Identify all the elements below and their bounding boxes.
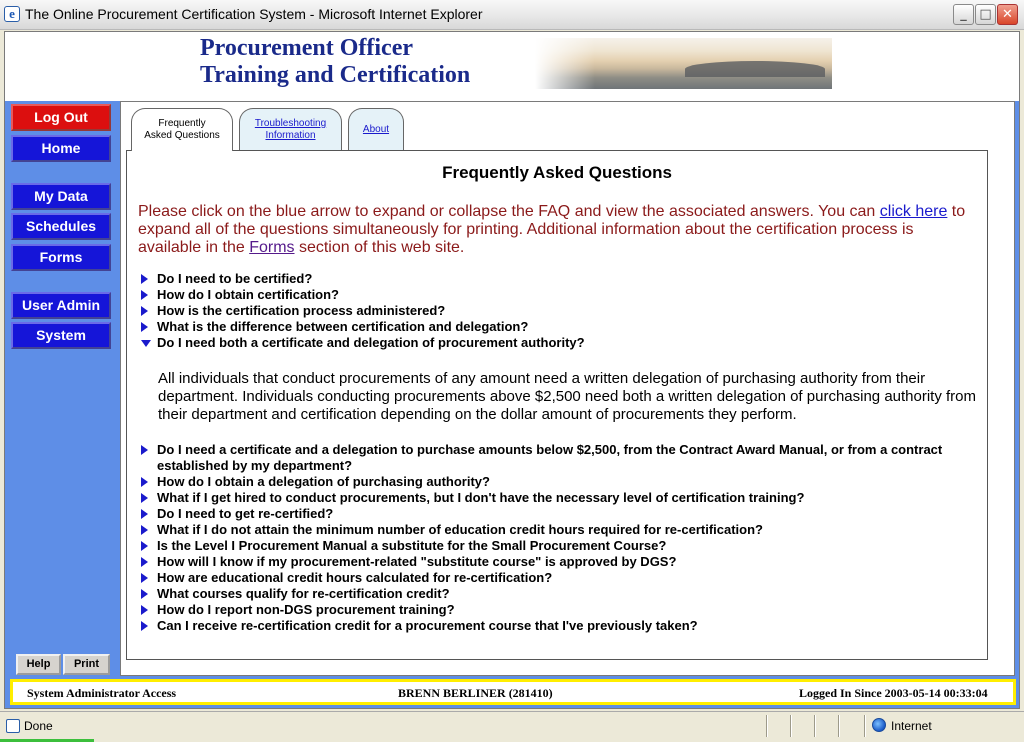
schedules-button[interactable]: Schedules xyxy=(11,213,111,240)
ie-icon: e xyxy=(4,6,20,22)
tab-faq-line2: Asked Questions xyxy=(144,130,220,141)
tab-faq-line1: Frequently xyxy=(158,118,206,129)
forms-button[interactable]: Forms xyxy=(11,244,111,271)
arrow-right-icon[interactable] xyxy=(141,493,148,503)
faq-question: How will I know if my procurement-relate… xyxy=(157,554,677,569)
status-text: Done xyxy=(24,719,53,733)
close-button[interactable]: ✕ xyxy=(997,4,1018,25)
arrow-right-icon[interactable] xyxy=(141,274,148,284)
tab-about-label: About xyxy=(362,124,390,135)
logged-in-since: Logged In Since 2003-05-14 00:33:04 xyxy=(799,686,988,700)
tab-troubleshooting-line2: Information xyxy=(265,130,316,141)
intro-text-1: Please click on the blue arrow to expand… xyxy=(138,203,880,220)
maximize-button[interactable]: □ xyxy=(975,4,996,25)
forms-link[interactable]: Forms xyxy=(249,239,294,256)
faq-content: Frequently Asked Questions Please click … xyxy=(126,150,988,660)
arrow-right-icon[interactable] xyxy=(141,445,148,455)
expand-all-link[interactable]: click here xyxy=(880,203,948,220)
arrow-right-icon[interactable] xyxy=(141,322,148,332)
tab-faq[interactable]: Frequently Asked Questions xyxy=(131,108,233,151)
faq-question: Do I need both a certificate and delegat… xyxy=(157,335,585,350)
status-divider xyxy=(814,715,816,737)
arrow-right-icon[interactable] xyxy=(141,306,148,316)
system-button[interactable]: System xyxy=(11,322,111,349)
faq-question: Do I need a certificate and a delegation… xyxy=(157,442,943,473)
faq-question: Is the Level I Procurement Manual a subs… xyxy=(157,538,667,553)
faq-question: What if I get hired to conduct procureme… xyxy=(157,490,805,505)
faq-heading: Frequently Asked Questions xyxy=(442,163,672,182)
faq-question: How are educational credit hours calcula… xyxy=(157,570,553,585)
tab-troubleshooting-line1: Troubleshooting xyxy=(254,118,327,129)
site-title-line2: Training and Certification xyxy=(200,62,471,88)
faq-question: How do I report non-DGS procurement trai… xyxy=(157,602,455,617)
arrow-right-icon[interactable] xyxy=(141,589,148,599)
my-data-button[interactable]: My Data xyxy=(11,183,111,210)
faq-question: Do I need to get re-certified? xyxy=(157,506,334,521)
intro-text-3: section of this web site. xyxy=(294,239,465,256)
faq-question: Do I need to be certified? xyxy=(157,271,313,286)
status-divider xyxy=(766,715,768,737)
arrow-right-icon[interactable] xyxy=(141,605,148,615)
faq-question: What if I do not attain the minimum numb… xyxy=(157,522,763,537)
tab-troubleshooting[interactable]: Troubleshooting Information xyxy=(239,108,342,150)
minimize-button[interactable]: _ xyxy=(953,4,974,25)
arrow-right-icon[interactable] xyxy=(141,290,148,300)
faq-intro: Please click on the blue arrow to expand… xyxy=(138,203,978,257)
session-footer: System Administrator Access BRENN BERLIN… xyxy=(10,679,1016,705)
status-divider xyxy=(790,715,792,737)
print-button[interactable]: Print xyxy=(63,654,110,675)
faq-question: How is the certification process adminis… xyxy=(157,303,446,318)
faq-question: How do I obtain a delegation of purchasi… xyxy=(157,474,490,489)
arrow-down-icon[interactable] xyxy=(141,340,151,347)
user-admin-button[interactable]: User Admin xyxy=(11,292,111,319)
page-icon xyxy=(6,719,20,733)
arrow-right-icon[interactable] xyxy=(141,621,148,631)
globe-icon xyxy=(872,718,886,732)
current-user: BRENN BERLINER (281410) xyxy=(398,686,553,700)
tab-about[interactable]: About xyxy=(348,108,404,150)
window-titlebar: e The Online Procurement Certification S… xyxy=(0,0,1024,30)
faq-question: What is the difference between certifica… xyxy=(157,319,529,334)
arrow-right-icon[interactable] xyxy=(141,509,148,519)
faq-question: What courses qualify for re-certificatio… xyxy=(157,586,450,601)
banner-image xyxy=(535,38,832,89)
site-title-line1: Procurement Officer xyxy=(200,35,414,61)
logout-button[interactable]: Log Out xyxy=(11,104,111,131)
help-button[interactable]: Help xyxy=(16,654,61,675)
faq-question: Can I receive re-certification credit fo… xyxy=(157,618,698,633)
arrow-right-icon[interactable] xyxy=(141,541,148,551)
arrow-right-icon[interactable] xyxy=(141,573,148,583)
faq-question: How do I obtain certification? xyxy=(157,287,339,302)
page-content: Procurement Officer Training and Certifi… xyxy=(4,31,1020,709)
window-title: The Online Procurement Certification Sys… xyxy=(25,6,483,22)
status-divider xyxy=(864,715,866,737)
security-zone: Internet xyxy=(891,719,932,733)
site-header: Procurement Officer Training and Certifi… xyxy=(5,32,1019,101)
status-divider xyxy=(838,715,840,737)
browser-statusbar: Done Internet xyxy=(0,711,1024,742)
access-level: System Administrator Access xyxy=(27,686,177,700)
arrow-right-icon[interactable] xyxy=(141,477,148,487)
faq-answer: All individuals that conduct procurement… xyxy=(158,370,977,423)
main-panel: Frequently Asked Questions Troubleshooti… xyxy=(120,101,1015,676)
arrow-right-icon[interactable] xyxy=(141,525,148,535)
site-title: Procurement Officer Training and Certifi… xyxy=(200,35,470,89)
home-button[interactable]: Home xyxy=(11,135,111,162)
arrow-right-icon[interactable] xyxy=(141,557,148,567)
